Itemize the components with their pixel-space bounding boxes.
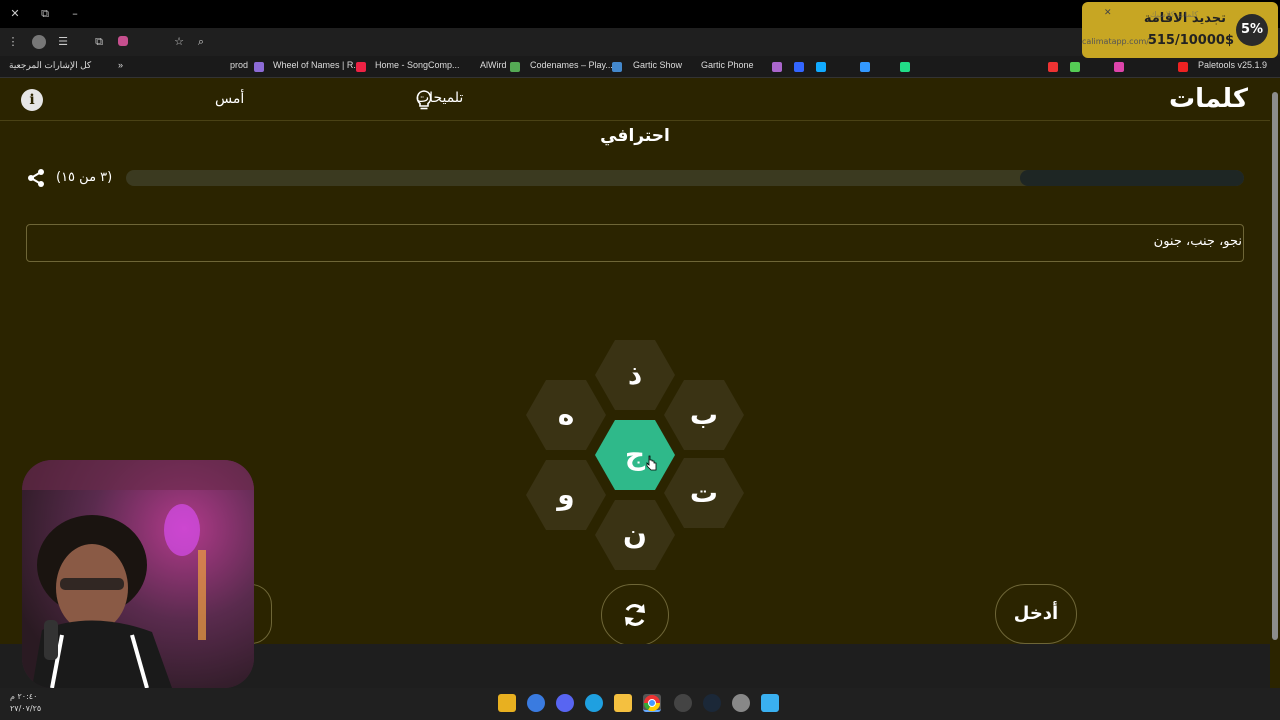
- steam-icon[interactable]: [703, 694, 721, 712]
- hex-letter-bottom-left[interactable]: و: [526, 460, 606, 530]
- windows-icon[interactable]: [761, 694, 779, 712]
- app-icon[interactable]: [498, 694, 516, 712]
- extensions-icon[interactable]: ⧉: [86, 28, 112, 56]
- edge-icon[interactable]: [585, 694, 603, 712]
- enter-button[interactable]: أدخل: [995, 584, 1077, 644]
- app-header: [0, 79, 1280, 121]
- found-words: نجو، جنب، جنون: [1153, 234, 1242, 249]
- notification-subtitle: 515/10000$: [1147, 33, 1234, 48]
- app-icon[interactable]: [527, 694, 545, 712]
- bookmark-icon: [1048, 62, 1058, 72]
- progress-bar: [126, 170, 1244, 186]
- discord-icon[interactable]: [556, 694, 574, 712]
- bookmark-icon: [1114, 62, 1124, 72]
- settings-icon[interactable]: [732, 694, 750, 712]
- search-icon[interactable]: ⌕: [188, 28, 214, 56]
- lightbulb-icon: [416, 90, 432, 110]
- cursor-hand-icon: [646, 455, 657, 471]
- bookmark-paletools[interactable]: Paletools v25.1.9: [1198, 60, 1267, 70]
- streamer-video: [22, 460, 254, 688]
- level-title: احترافي: [600, 126, 670, 146]
- taskbar: ٢٠:٤٠ م ٢٧/٠٧/٢٥: [0, 688, 1280, 720]
- bookmark-icon: [900, 62, 910, 72]
- found-words-box[interactable]: [26, 224, 1244, 262]
- hex-letter-bottom-right[interactable]: ت: [664, 458, 744, 528]
- close-icon[interactable]: ✕: [2, 0, 28, 28]
- profile-icon[interactable]: [32, 35, 46, 49]
- bookmark-icon: [1178, 62, 1188, 72]
- bookmark-icon: [860, 62, 870, 72]
- bookmark-icon: [772, 62, 782, 72]
- bookmark-icon: [612, 62, 622, 72]
- app-logo[interactable]: كلمات: [1169, 84, 1248, 114]
- minimize-icon[interactable]: –: [62, 0, 88, 28]
- folder-icon[interactable]: [614, 694, 632, 712]
- notification-percent: 5%: [1236, 14, 1268, 46]
- bookmark-wheel[interactable]: Wheel of Names | R...: [273, 60, 361, 70]
- extension-icon[interactable]: [118, 36, 128, 46]
- close-icon[interactable]: ✕: [1104, 8, 1112, 18]
- menu-icon[interactable]: ⋮: [0, 28, 26, 56]
- all-bookmarks[interactable]: كل الإشارات المرجعية: [9, 60, 91, 71]
- info-icon[interactable]: i: [21, 89, 43, 111]
- yesterday-button[interactable]: أمس: [215, 91, 244, 107]
- share-icon[interactable]: [26, 168, 46, 188]
- hex-letter-bottom[interactable]: ن: [595, 500, 675, 570]
- bookmark-icon: [254, 62, 264, 72]
- bookmark-songcomp[interactable]: Home - SongComp...: [375, 60, 460, 70]
- webcam-overlay: [22, 460, 254, 688]
- scrollbar-thumb[interactable]: [1272, 92, 1278, 640]
- score-counter: (٣ من ١٥): [56, 170, 113, 185]
- hex-letter-top-right[interactable]: ب: [664, 380, 744, 450]
- progress-fill: [1020, 170, 1244, 186]
- bookmark-icon: [1070, 62, 1080, 72]
- notification-header: كلمات كلاسيك: [1150, 10, 1199, 19]
- bookmark-alwird[interactable]: AlWird: [480, 60, 507, 70]
- bookmark-codenames[interactable]: Codenames – Play...: [530, 60, 613, 70]
- bookmark-gartic-phone[interactable]: Gartic Phone: [701, 60, 754, 70]
- bookmark-icon: [816, 62, 826, 72]
- bookmark-icon: [510, 62, 520, 72]
- hex-letter-top[interactable]: ذ: [595, 340, 675, 410]
- shuffle-button[interactable]: [601, 584, 669, 646]
- bookmark-gartic-show[interactable]: Gartic Show: [633, 60, 682, 70]
- bookmark-icon: [794, 62, 804, 72]
- bookmark-prod[interactable]: prod: [230, 60, 248, 70]
- clock: ٢٠:٤٠ م: [10, 692, 38, 701]
- app-icon[interactable]: [674, 694, 692, 712]
- settings-icon[interactable]: ☰: [50, 28, 76, 56]
- refresh-icon: [625, 604, 645, 626]
- date: ٢٧/٠٧/٢٥: [10, 704, 42, 713]
- hex-letter-center[interactable]: ج: [595, 420, 675, 490]
- bookmarks-bar: كل الإشارات المرجعية » prod Wheel of Nam…: [0, 56, 1280, 78]
- chevron-icon[interactable]: »: [118, 60, 123, 70]
- hex-letter-top-left[interactable]: ه: [526, 380, 606, 450]
- bookmark-icon: [356, 62, 366, 72]
- chrome-icon[interactable]: [643, 694, 661, 712]
- restore-icon[interactable]: ⧉: [32, 0, 58, 28]
